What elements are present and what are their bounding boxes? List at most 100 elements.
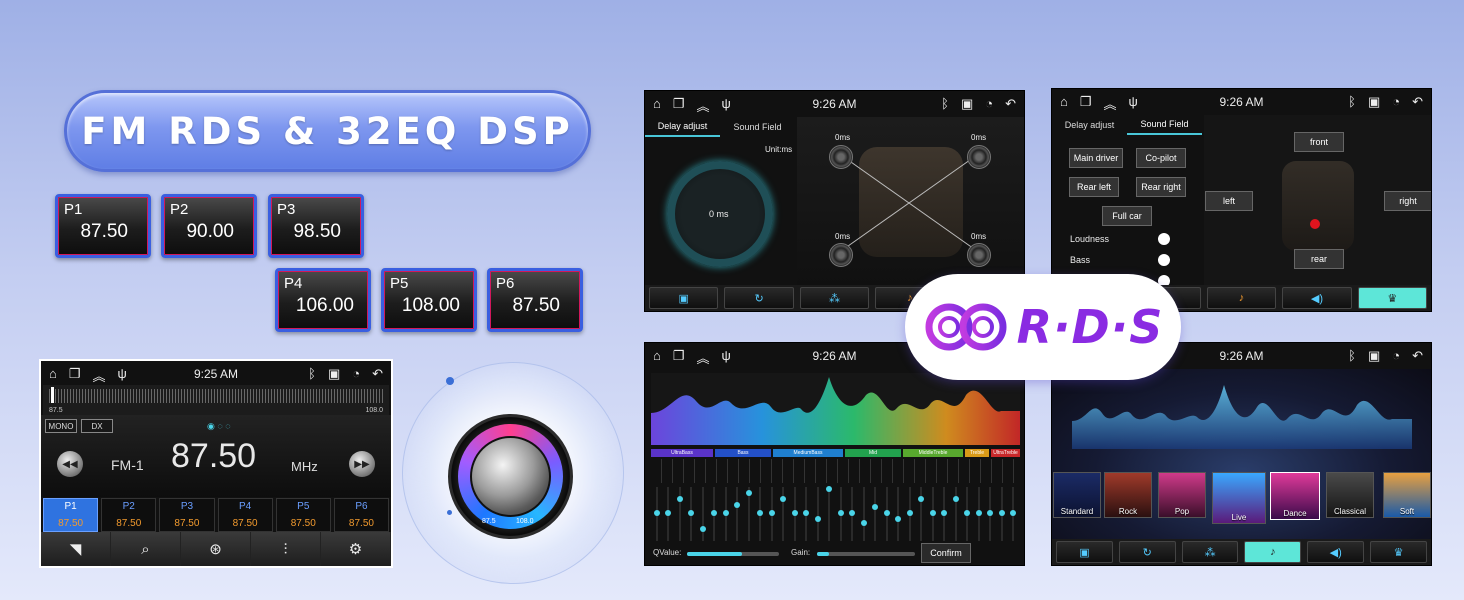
mode-tile-dance[interactable]: Dance (1270, 472, 1320, 520)
tab-sound-field[interactable]: Sound Field (1127, 115, 1202, 135)
search-icon[interactable]: ⌕ (111, 532, 181, 566)
guitar-icon[interactable]: ♪ (1206, 287, 1277, 309)
radio-preset-p5[interactable]: P5 87.50 (275, 498, 331, 532)
loudness-label: Loudness (1070, 234, 1110, 244)
speaker-front-left[interactable] (829, 145, 853, 169)
volume-icon[interactable]: ◀) (1282, 287, 1352, 309)
radio-display: MONO DX ◉ ◌ ◌ ◀◀ FM-1 87.50 MHz ▶▶ (41, 415, 391, 497)
save-icon[interactable]: ▣ (1056, 541, 1113, 563)
eq-preset-icon[interactable]: ⁂ (799, 287, 870, 309)
preset-name: P2 (122, 501, 135, 512)
front-button[interactable]: front (1294, 132, 1344, 152)
gear-icon[interactable]: ⚙ (321, 532, 391, 566)
main-driver-button[interactable]: Main driver (1069, 148, 1123, 168)
loudness-toggle[interactable] (1158, 233, 1170, 245)
mode-tile-classical[interactable]: Classical (1326, 472, 1374, 518)
speaker-front-right[interactable] (967, 145, 991, 169)
seek-forward-button[interactable]: ▶▶ (349, 451, 375, 477)
speaker-rear-right[interactable] (967, 243, 991, 267)
copilot-button[interactable]: Co-pilot (1136, 148, 1186, 168)
rear-left-delay: 0ms (835, 232, 851, 241)
scan-icon[interactable]: ⊛ (181, 532, 251, 566)
knob-cap[interactable] (470, 436, 551, 517)
left-button[interactable]: left (1205, 191, 1253, 211)
reset-icon[interactable]: ↻ (724, 287, 794, 309)
eq-sliders[interactable] (651, 485, 1020, 543)
rds-icon[interactable]: ◥ (41, 532, 111, 566)
mode-label: Soft (1399, 507, 1415, 516)
preset-name: P6 (496, 275, 515, 292)
radio-screen: ⌂ ❐ ︽ ψ 9:25 AM ᛒ ▣ ◔ ↶ 87.5 108.0 MONO … (39, 359, 393, 568)
preset-frequency: 87.50 (290, 518, 316, 529)
reset-icon[interactable]: ↻ (1118, 541, 1176, 563)
preset-p6[interactable]: P6 87.50 (487, 268, 583, 332)
eq-preset-icon[interactable]: ⁂ (1181, 541, 1239, 563)
rear-button[interactable]: rear (1294, 249, 1344, 269)
crown-icon[interactable]: ♛ (1370, 541, 1427, 563)
back-icon[interactable]: ↶ (372, 366, 383, 382)
radio-preset-p3[interactable]: P3 87.50 (159, 498, 215, 532)
eq-category-mid: Mid (845, 449, 901, 457)
preset-name: P1 (64, 501, 77, 512)
speaker-lines (840, 154, 978, 252)
tab-delay-adjust[interactable]: Delay adjust (1052, 115, 1127, 135)
radio-preset-p1[interactable]: P1 87.50 (43, 498, 99, 532)
mode-eq-curve (1072, 385, 1412, 449)
rear-left-button[interactable]: Rear left (1069, 177, 1119, 197)
eq-category-ultratreble: UltraTreble (991, 449, 1020, 457)
rds-badge: R·D·S (905, 274, 1181, 380)
eq-category-treble: Treble (965, 449, 989, 457)
back-icon[interactable]: ↶ (1005, 96, 1016, 112)
guitar-icon[interactable]: ♪ (1244, 541, 1302, 563)
status-bar: ⌂ ❐ ︽ ψ 9:25 AM ᛒ ▣ ◔ ↶ (41, 361, 391, 387)
mode-tile-soft[interactable]: Soft (1383, 472, 1431, 518)
right-button[interactable]: right (1384, 191, 1431, 211)
car-interior-image (1282, 161, 1354, 251)
dx-button[interactable]: DX (81, 419, 113, 433)
eq-category-mediumbass: MediumBass (773, 449, 843, 457)
seek-back-button[interactable]: ◀◀ (57, 451, 83, 477)
bass-toggle[interactable] (1158, 254, 1170, 266)
tab-delay-adjust[interactable]: Delay adjust (645, 117, 720, 137)
back-icon[interactable]: ↶ (1412, 94, 1423, 110)
qvalue-slider[interactable] (687, 552, 779, 556)
back-icon[interactable]: ↶ (1412, 348, 1423, 364)
wifi-icon: ◔ (1392, 94, 1401, 109)
search-icons: ◉ ◌ ◌ (207, 421, 231, 431)
equalizer-icon[interactable]: ⫶ (251, 532, 321, 566)
qvalue-fill (687, 552, 743, 556)
preset-frequency: 106.00 (295, 295, 354, 316)
tuning-scale[interactable]: 87.5 108.0 (43, 385, 389, 415)
mode-label: Standard (1060, 507, 1094, 516)
volume-icon[interactable]: ◀) (1307, 541, 1365, 563)
save-icon[interactable]: ▣ (649, 287, 719, 309)
decor-dot (447, 510, 452, 515)
wifi-icon: ◔ (352, 366, 361, 381)
preset-p2[interactable]: P2 90.00 (161, 194, 257, 258)
mode-tile-live[interactable]: Live (1212, 472, 1266, 524)
preset-p5[interactable]: P5 108.00 (381, 268, 477, 332)
mode-tile-standard[interactable]: Standard (1053, 472, 1101, 518)
rear-right-button[interactable]: Rear right (1136, 177, 1186, 197)
wifi-icon: ◔ (985, 96, 994, 111)
confirm-button[interactable]: Confirm (921, 543, 971, 563)
mode-tile-rock[interactable]: Rock (1104, 472, 1152, 518)
preset-p3[interactable]: P3 98.50 (268, 194, 364, 258)
tuning-needle[interactable] (51, 387, 54, 403)
gain-slider[interactable] (817, 552, 915, 556)
speaker-rear-left[interactable] (829, 243, 853, 267)
radio-preset-p6[interactable]: P6 87.50 (333, 498, 390, 532)
sound-focus-point[interactable] (1310, 219, 1320, 229)
preset-p1[interactable]: P1 87.50 (55, 194, 151, 258)
tab-sound-field[interactable]: Sound Field (720, 117, 795, 137)
preset-p4[interactable]: P4 106.00 (275, 268, 371, 332)
radio-preset-p2[interactable]: P2 87.50 (101, 498, 157, 532)
full-car-button[interactable]: Full car (1102, 206, 1152, 226)
radio-preset-p4[interactable]: P4 87.50 (217, 498, 273, 532)
mode-tile-pop[interactable]: Pop (1158, 472, 1206, 518)
page-title: FM RDS & 32EQ DSP (64, 90, 591, 172)
mono-button[interactable]: MONO (45, 419, 77, 433)
crown-icon[interactable]: ♛ (1357, 287, 1428, 309)
signal-icon: ▣ (960, 96, 974, 111)
preset-frequency: 87.50 (512, 295, 560, 316)
